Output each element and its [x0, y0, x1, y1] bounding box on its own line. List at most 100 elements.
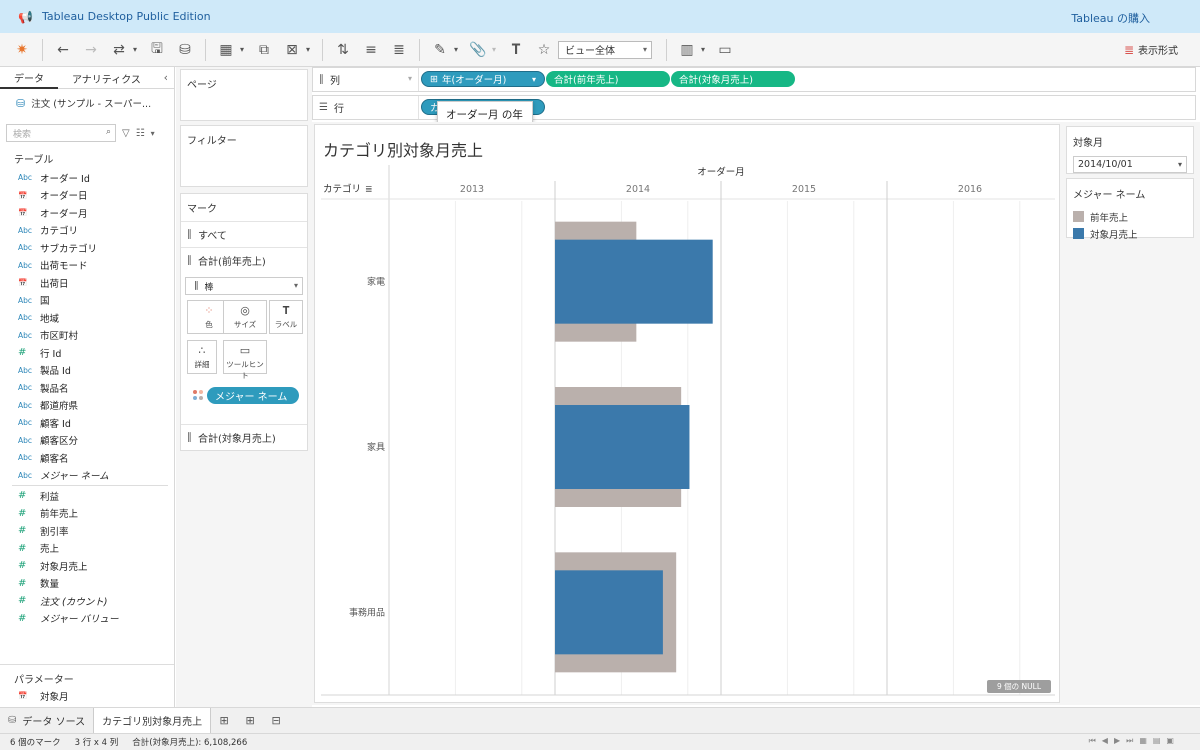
color-field-pill[interactable]: メジャー ネーム	[207, 387, 299, 404]
search-input[interactable]: 検索 ⌕	[6, 124, 116, 142]
field-item[interactable]: 📅 オーダー日	[0, 187, 174, 205]
legend-item[interactable]: 前年売上	[1067, 208, 1193, 225]
chevron-down-icon[interactable]: ▾	[304, 39, 312, 61]
chevron-down-icon[interactable]: ▾	[452, 39, 460, 61]
view-size-select[interactable]: ビュー全体 ▾	[558, 40, 652, 59]
new-datasource-icon[interactable]: ⛁	[175, 39, 195, 61]
null-indicator-badge[interactable]: 9 個の NULL	[987, 680, 1051, 693]
sheet-tabs: ⛁ データ ソース カテゴリ別対象月売上 ⊞ ⊞ ⊟	[0, 707, 1200, 734]
bar-target-month[interactable]	[555, 405, 690, 489]
field-name: 出荷モード	[40, 261, 88, 273]
marks-card2-row[interactable]: ∥ 合計(対象月売上)	[181, 424, 307, 450]
field-name: 利益	[40, 491, 60, 503]
replay-icon[interactable]: ⇄	[109, 39, 129, 61]
group-icon[interactable]: 📎	[468, 39, 488, 61]
field-item[interactable]: 📅 出荷日	[0, 274, 174, 292]
label-button[interactable]: 𝐓 ラベル	[269, 300, 303, 334]
field-item[interactable]: Abc 製品名	[0, 379, 174, 397]
pages-card[interactable]: ページ	[180, 69, 308, 121]
field-item[interactable]: 📅 オーダー月	[0, 204, 174, 222]
field-item[interactable]: Abc サブカテゴリ	[0, 239, 174, 257]
buy-tableau-link[interactable]: Tableau の購入	[1071, 10, 1150, 26]
new-worksheet-icon[interactable]: ⊞	[211, 708, 237, 734]
field-item[interactable]: Abc カテゴリ	[0, 222, 174, 240]
detail-button[interactable]: ∴ 詳細	[187, 340, 217, 374]
tableau-logo-icon[interactable]: ✷	[12, 39, 32, 61]
new-worksheet-icon[interactable]: ▦	[216, 39, 236, 61]
collapse-icon[interactable]: ‹	[164, 71, 168, 84]
redo-icon[interactable]: →	[81, 39, 101, 61]
field-item[interactable]: # 売上	[0, 540, 174, 558]
tooltip-button[interactable]: ▭ ツールヒント	[223, 340, 267, 380]
field-item[interactable]: Abc 製品 Id	[0, 362, 174, 380]
field-item[interactable]: Abc 顧客区分	[0, 432, 174, 450]
clear-icon[interactable]: ⊠	[282, 39, 302, 61]
chevron-down-icon[interactable]: ▾	[151, 129, 155, 138]
field-item[interactable]: # 割引率	[0, 522, 174, 540]
field-item[interactable]: # 注文 (カウント)	[0, 592, 174, 610]
sort-desc-icon[interactable]: ≣	[389, 39, 409, 61]
chevron-down-icon[interactable]: ▾	[131, 39, 139, 61]
view-list-icon[interactable]: ☷	[136, 128, 145, 139]
chevron-down-icon[interactable]: ▾	[490, 39, 498, 61]
filters-card[interactable]: フィルター	[180, 125, 308, 187]
sheet-tab[interactable]: カテゴリ別対象月売上	[93, 707, 212, 734]
field-item[interactable]: # 行 Id	[0, 344, 174, 362]
year-order-month-pill[interactable]: ⊞ 年(オーダー月) ▾	[421, 71, 545, 87]
field-item[interactable]: Abc 市区町村	[0, 327, 174, 345]
undo-icon[interactable]: ←	[53, 39, 73, 61]
chevron-down-icon: ▾	[642, 44, 647, 54]
field-name: 市区町村	[40, 331, 79, 343]
field-item[interactable]: # メジャー バリュー	[0, 610, 174, 628]
field-item[interactable]: Abc メジャー ネーム	[0, 467, 174, 485]
legend-item[interactable]: 対象月売上	[1067, 225, 1193, 242]
save-icon[interactable]: 🖫	[147, 39, 167, 61]
presentation-icon[interactable]: ▭	[715, 39, 735, 61]
datasource-tab[interactable]: ⛁ データ ソース	[0, 708, 93, 734]
highlight-icon[interactable]: ✎	[430, 39, 450, 61]
sort-icon[interactable]: ≣	[365, 185, 373, 195]
mark-type-select[interactable]: ∥ 棒 ▾	[185, 277, 303, 295]
duplicate-icon[interactable]: ⧉	[254, 39, 274, 61]
field-item[interactable]: Abc 都道府県	[0, 397, 174, 415]
parameter-item[interactable]: 📅 対象月	[0, 687, 174, 705]
show-cards-icon[interactable]: ▥	[677, 39, 697, 61]
field-item[interactable]: Abc 地域	[0, 309, 174, 327]
field-item[interactable]: # 数量	[0, 575, 174, 593]
field-item[interactable]: # 前年売上	[0, 505, 174, 523]
swap-icon[interactable]: ⇅	[333, 39, 353, 61]
bar-chart[interactable]: オーダー月カテゴリ ≣ 2013 2014 2015 2016 家電家具事務用品	[315, 125, 1059, 702]
field-name: 対象月売上	[40, 561, 88, 573]
new-dashboard-icon[interactable]: ⊞	[237, 708, 263, 734]
size-button[interactable]: ◎ サイズ	[223, 300, 267, 334]
prev-year-sales-pill[interactable]: 合計(前年売上)	[546, 71, 670, 87]
field-name: 出荷日	[40, 278, 69, 290]
parameter-select[interactable]: 2014/10/01 ▾	[1073, 156, 1187, 173]
show-me-button[interactable]: ≣ 表示形式	[1124, 42, 1178, 58]
tab-data[interactable]: データ	[0, 67, 58, 89]
sheet-navigation-icons[interactable]: ⏮◀▶⏭▦▤▣	[1089, 736, 1180, 746]
field-item[interactable]: Abc 顧客 Id	[0, 414, 174, 432]
label-icon[interactable]: 𝐓	[506, 39, 526, 61]
chevron-down-icon[interactable]: ▾	[699, 39, 707, 61]
field-item[interactable]: Abc 顧客名	[0, 449, 174, 467]
bar-target-month[interactable]	[555, 239, 713, 324]
bar-target-month[interactable]	[555, 570, 663, 655]
target-month-sales-pill[interactable]: 合計(対象月売上)	[671, 71, 795, 87]
field-item[interactable]: Abc 出荷モード	[0, 257, 174, 275]
datasource-item[interactable]: ⛁ 注文 (サンプル - スーパー...	[0, 89, 174, 117]
sort-asc-icon[interactable]: ≡	[361, 39, 381, 61]
field-item[interactable]: # 対象月売上	[0, 557, 174, 575]
field-item[interactable]: Abc オーダー Id	[0, 169, 174, 187]
columns-shelf[interactable]: ∥ 列 ▾ ⊞ 年(オーダー月) ▾ 合計(前年売上) 合計(対象月売上)	[312, 67, 1196, 92]
chevron-down-icon[interactable]: ▾	[238, 39, 246, 61]
tab-analytics[interactable]: アナリティクス	[58, 67, 155, 89]
filter-icon[interactable]: ▽	[122, 128, 130, 139]
field-item[interactable]: # 利益	[0, 487, 174, 505]
marks-card1-row[interactable]: ∥ 合計(前年売上)	[181, 247, 307, 273]
marks-all-row[interactable]: ∥ すべて	[181, 221, 307, 247]
field-item[interactable]: Abc 国	[0, 292, 174, 310]
field-list: Abc オーダー Id 📅 オーダー日 📅 オーダー月 Abc カテゴリ Abc サブカテゴリ Ab…	[0, 169, 174, 627]
new-story-icon[interactable]: ⊟	[263, 708, 289, 734]
pin-icon[interactable]: ☆	[534, 39, 554, 61]
